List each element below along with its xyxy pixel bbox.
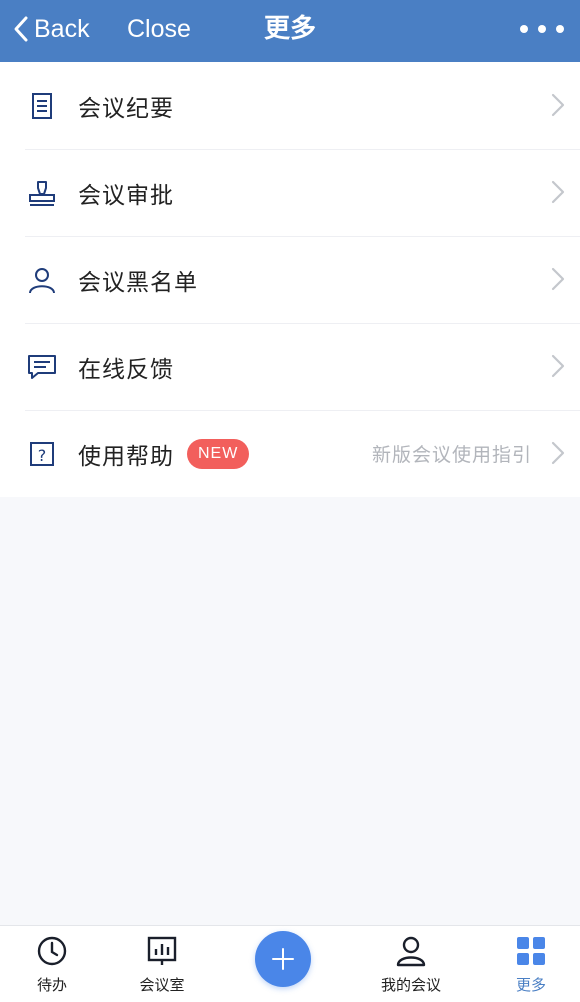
close-button[interactable]: Close bbox=[127, 0, 191, 58]
tab-label: 更多 bbox=[515, 976, 546, 994]
tab-label: 会议室 bbox=[139, 976, 185, 994]
menu-item-help[interactable]: ? 使用帮助 NEW 新版会议使用指引 bbox=[0, 410, 580, 497]
chevron-right-icon bbox=[551, 180, 565, 204]
svg-text:?: ? bbox=[38, 446, 47, 465]
stamp-icon bbox=[26, 177, 58, 209]
menu-item-meeting-approval[interactable]: 会议审批 bbox=[0, 149, 580, 236]
chevron-right-icon bbox=[551, 441, 565, 465]
question-icon: ? bbox=[26, 438, 58, 470]
grid-icon bbox=[517, 937, 545, 965]
help-hint-text: 新版会议使用指引 bbox=[371, 444, 532, 466]
more-dots-icon[interactable] bbox=[520, 18, 564, 40]
document-icon bbox=[26, 90, 58, 122]
back-button[interactable]: Back bbox=[12, 0, 90, 58]
menu-item-meeting-minutes[interactable]: 会议纪要 bbox=[0, 62, 580, 149]
menu-item-label: 在线反馈 bbox=[78, 356, 174, 383]
menu-item-label: 会议纪要 bbox=[78, 95, 174, 122]
menu-item-label: 会议黑名单 bbox=[78, 269, 198, 296]
user-icon bbox=[26, 264, 58, 296]
menu-item-label: 使用帮助 bbox=[78, 443, 174, 470]
new-badge: NEW bbox=[187, 438, 250, 469]
menu-list: 会议纪要 会议审批 会议黑名单 在线反馈 ? 使用帮助 NEW 新版会议使用指引 bbox=[0, 62, 580, 497]
tab-my-meetings[interactable]: 我的会议 bbox=[361, 926, 461, 1002]
tab-more[interactable]: 更多 bbox=[481, 926, 580, 1002]
board-chart-icon bbox=[147, 936, 177, 965]
person-icon bbox=[396, 936, 426, 967]
chevron-right-icon bbox=[551, 267, 565, 291]
back-label: Back bbox=[34, 14, 90, 43]
tab-label: 待办 bbox=[36, 976, 67, 994]
chevron-left-icon bbox=[14, 16, 28, 42]
clock-icon bbox=[37, 936, 67, 966]
tab-todo[interactable]: 待办 bbox=[2, 926, 102, 1002]
menu-item-label: 会议审批 bbox=[78, 182, 174, 209]
add-meeting-button[interactable] bbox=[255, 931, 311, 987]
chevron-right-icon bbox=[551, 354, 565, 378]
nav-bar: Back Close 更多 bbox=[0, 0, 580, 62]
tab-meeting-room[interactable]: 会议室 bbox=[112, 926, 212, 1002]
chat-bubble-icon bbox=[26, 351, 58, 383]
menu-item-online-feedback[interactable]: 在线反馈 bbox=[0, 323, 580, 410]
menu-item-meeting-blacklist[interactable]: 会议黑名单 bbox=[0, 236, 580, 323]
chevron-right-icon bbox=[551, 93, 565, 117]
tab-label: 我的会议 bbox=[380, 976, 441, 994]
